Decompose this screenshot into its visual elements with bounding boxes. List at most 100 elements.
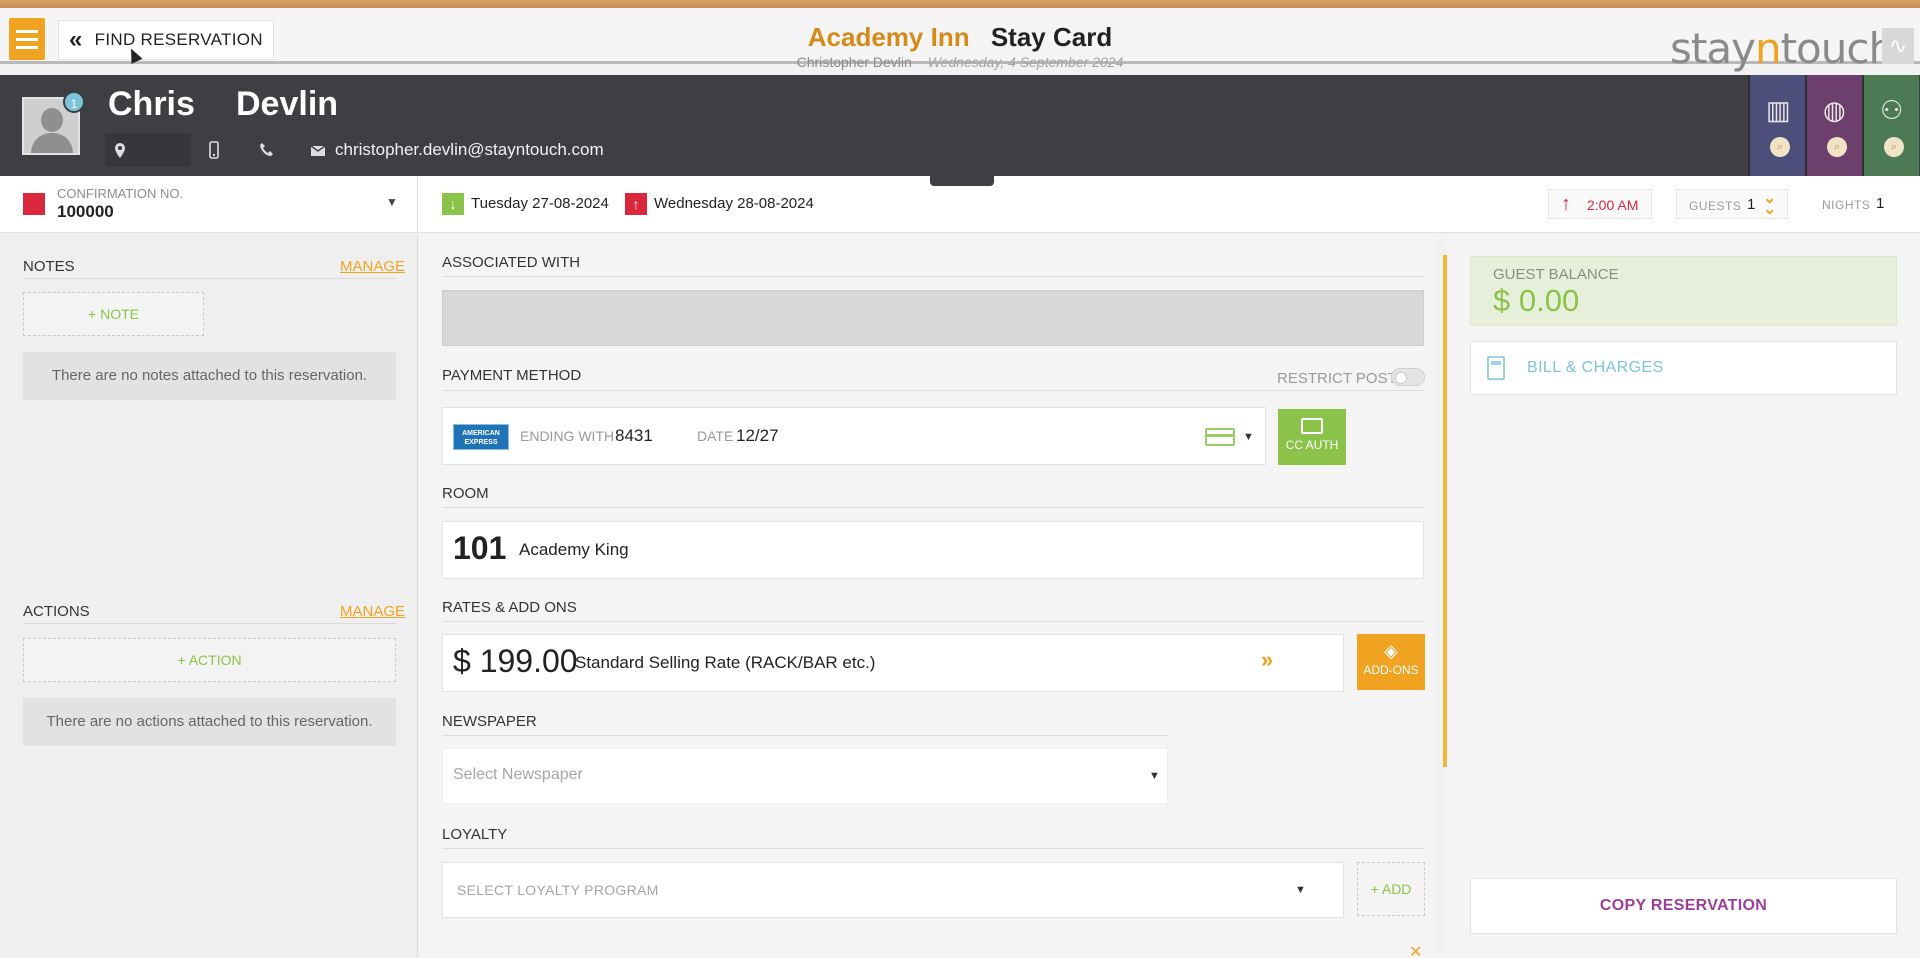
credit-card-icon <box>1301 418 1323 434</box>
close-icon[interactable]: ✕ <box>1409 942 1422 958</box>
notes-manage-link[interactable]: MANAGE <box>340 258 405 275</box>
business-date: Wednesday, 4 September 2024 <box>927 54 1124 70</box>
guests-selector[interactable]: GUESTS 1 ⌄ ⌄ <box>1676 189 1788 219</box>
divider <box>442 507 1424 508</box>
arrival-date[interactable]: Tuesday 27-08-2024 <box>471 195 609 212</box>
confirmation-label: CONFIRMATION NO. <box>57 186 184 201</box>
loyalty-label: LOYALTY <box>442 826 508 843</box>
user-name: Christopher Devlin <box>796 54 912 70</box>
loyalty-placeholder: SELECT LOYALTY PROGRAM <box>457 882 659 898</box>
guests-label: GUESTS <box>1689 199 1742 213</box>
right-column: GUEST BALANCE $ 0.00 BILL & CHARGES COPY… <box>1447 234 1920 958</box>
mobile-phone-icon[interactable] <box>209 141 219 159</box>
guest-header: 1 Chris Devlin christopher.devlin@staynt… <box>0 75 1920 176</box>
chevron-down-icon[interactable]: ▼ <box>386 195 398 209</box>
add-loyalty-button[interactable]: + ADD <box>1357 862 1425 916</box>
confirmation-selector[interactable]: CONFIRMATION NO. 100000 ▼ <box>0 176 418 233</box>
guest-first-name[interactable]: Chris <box>108 85 195 124</box>
arrow-up-icon: ↑ <box>1561 193 1571 215</box>
divider <box>442 735 1168 736</box>
chevron-down-icon[interactable]: ▼ <box>1243 431 1254 443</box>
top-accent-stripe <box>0 0 1920 8</box>
restrict-post-toggle[interactable] <box>1391 368 1425 386</box>
guests-count: 1 <box>1747 196 1756 213</box>
search-icon: ⌕ <box>1770 137 1790 157</box>
arrow-down-icon: ↓ <box>442 193 464 215</box>
double-chevron-right-icon[interactable]: » <box>1261 647 1273 673</box>
actions-manage-link[interactable]: MANAGE <box>340 603 405 620</box>
date-label: DATE <box>697 428 734 444</box>
divider <box>442 848 1424 849</box>
departure-time: 2:00 AM <box>1587 197 1639 213</box>
ending-with-label: ENDING WITH <box>520 428 615 444</box>
guest-email[interactable]: christopher.devlin@stayntouch.com <box>335 140 604 160</box>
amex-card-logo: AMERICAN EXPRESS <box>453 424 509 450</box>
guest-balance-panel: GUEST BALANCE $ 0.00 <box>1470 256 1897 326</box>
nights-count: 1 <box>1876 195 1885 212</box>
layers-icon: ◈ <box>1384 641 1398 661</box>
bill-and-charges-button[interactable]: BILL & CHARGES <box>1470 341 1897 395</box>
reservation-strip: CONFIRMATION NO. 100000 ▼ ↓ Tuesday 27-0… <box>0 176 1920 233</box>
newspaper-select[interactable]: Select Newspaper ▼ <box>442 748 1168 804</box>
actions-title: ACTIONS <box>23 603 90 620</box>
departure-time-button[interactable]: ↑ 2:00 AM <box>1548 189 1652 219</box>
cc-auth-button[interactable]: CC AUTH <box>1278 409 1346 465</box>
tab-group-card[interactable]: ⚇ ⌕ <box>1862 75 1919 176</box>
add-ons-button[interactable]: ◈ ADD-ONS <box>1357 634 1425 690</box>
rate-name: Standard Selling Rate (RACK/BAR etc.) <box>575 653 876 672</box>
main-content: ASSOCIATED WITH PAYMENT METHOD RESTRICT … <box>419 234 1435 958</box>
card-expiry: 12/27 <box>736 426 779 445</box>
confirmation-number: 100000 <box>57 202 114 221</box>
room-field[interactable]: 101 Academy King <box>442 521 1424 579</box>
rate-field[interactable]: $ 199.00 Standard Selling Rate (RACK/BAR… <box>442 634 1344 692</box>
newspaper-label: NEWSPAPER <box>442 713 537 730</box>
arrow-up-icon: ↑ <box>625 193 647 215</box>
room-type: Academy King <box>519 540 629 559</box>
nights-label: NIGHTS <box>1822 198 1871 212</box>
double-chevron-down-icon: ⌄ ⌄ <box>1763 190 1777 218</box>
notes-title: NOTES <box>23 258 75 275</box>
rates-label: RATES & ADD ONS <box>442 599 577 616</box>
restrict-post-label: RESTRICT POST <box>1277 370 1397 387</box>
divider <box>23 278 396 279</box>
add-note-button[interactable]: + NOTE <box>23 292 204 336</box>
guest-balance-value: $ 0.00 <box>1493 283 1580 318</box>
loyalty-select[interactable]: SELECT LOYALTY PROGRAM ▼ <box>442 862 1344 918</box>
search-icon: ⌕ <box>1884 137 1904 157</box>
activity-pulse-button[interactable]: ∿ <box>1882 28 1914 64</box>
globe-icon: ◍ <box>1823 95 1846 125</box>
hotel-name: Academy Inn <box>807 22 970 52</box>
tab-travel-agent-card[interactable]: ◍ ⌕ <box>1805 75 1862 176</box>
divider <box>23 623 396 624</box>
tab-company-card[interactable]: ▥ ⌕ <box>1748 75 1805 176</box>
add-action-button[interactable]: + ACTION <box>23 638 396 682</box>
divider <box>442 276 1424 277</box>
newspaper-placeholder: Select Newspaper <box>453 766 583 783</box>
divider <box>442 621 1424 622</box>
status-color-square <box>23 193 45 215</box>
phone-icon[interactable] <box>259 142 275 158</box>
departure-date[interactable]: Wednesday 28-08-2024 <box>654 195 814 212</box>
avatar-count-badge: 1 <box>63 91 85 113</box>
associated-with-label: ASSOCIATED WITH <box>442 254 581 271</box>
card-last4: 8431 <box>615 426 653 445</box>
header-collapse-handle[interactable] <box>930 176 994 186</box>
chevron-down-icon: ▼ <box>1295 884 1306 896</box>
associated-with-field[interactable] <box>442 290 1424 346</box>
payment-method-field[interactable]: AMERICAN EXPRESS ENDING WITH 8431 DATE 1… <box>442 407 1266 465</box>
credit-card-icon <box>1205 428 1235 446</box>
guest-last-name[interactable]: Devlin <box>236 85 338 124</box>
top-bar: « FIND RESERVATION Academy Inn Stay Card… <box>0 8 1920 73</box>
copy-reservation-button[interactable]: COPY RESERVATION <box>1470 878 1897 934</box>
guest-balance-label: GUEST BALANCE <box>1493 266 1619 283</box>
rate-amount: $ 199.00 <box>453 643 578 679</box>
map-pin-icon <box>115 143 125 158</box>
pulse-icon: ∿ <box>1888 33 1908 58</box>
header-tabs: ▥ ⌕ ◍ ⌕ ⚇ ⌕ <box>1748 75 1919 176</box>
left-column: NOTES MANAGE + NOTE There are no notes a… <box>0 234 418 958</box>
divider <box>442 390 1424 391</box>
actions-empty-message: There are no actions attached to this re… <box>23 698 396 746</box>
calculator-icon <box>1487 356 1505 380</box>
payment-method-label: PAYMENT METHOD <box>442 367 582 384</box>
location-field[interactable] <box>105 133 191 167</box>
